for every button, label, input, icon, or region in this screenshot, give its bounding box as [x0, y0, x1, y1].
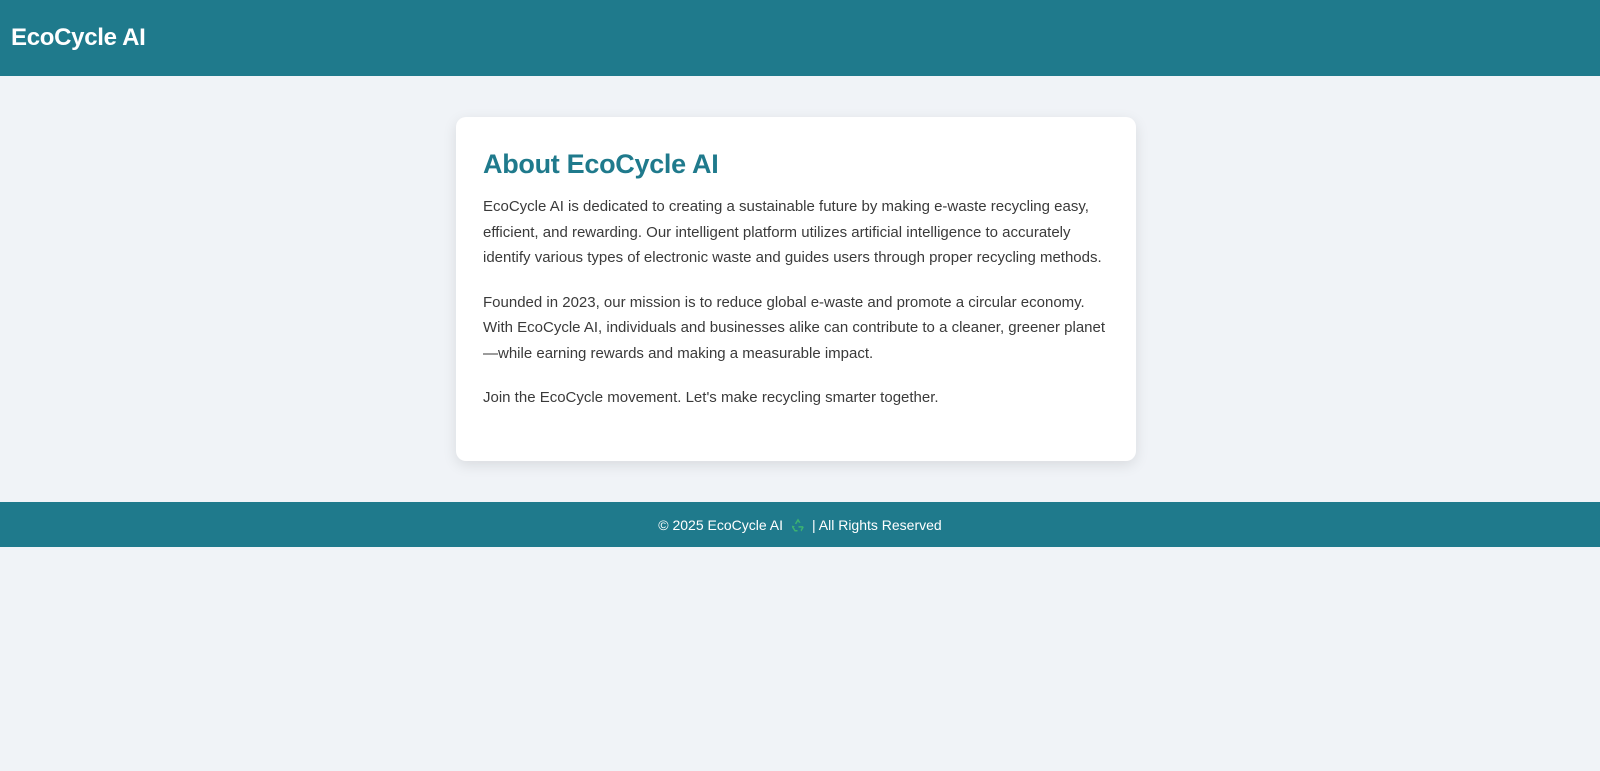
brand-logo-text[interactable]: EcoCycle AI: [11, 24, 146, 52]
top-navbar: EcoCycle AI: [0, 0, 1600, 76]
footer: © 2025 EcoCycle AI | All Rights Reserved: [0, 502, 1600, 547]
about-paragraph-2: Founded in 2023, our mission is to reduc…: [483, 293, 1106, 362]
about-paragraph-3: Join the EcoCycle movement. Let's make r…: [483, 389, 939, 406]
about-title: About EcoCycle AI: [483, 149, 719, 179]
footer-rights: | All Rights Reserved: [812, 516, 942, 533]
about-card: About EcoCycle AI EcoCycle AI is dedicat…: [456, 117, 1136, 461]
about-paragraph-1: EcoCycle AI is dedicated to creating a s…: [483, 198, 1102, 266]
recycle-icon: [790, 517, 806, 533]
main-content: About EcoCycle AI EcoCycle AI is dedicat…: [0, 76, 1600, 502]
footer-copyright: © 2025 EcoCycle AI: [658, 516, 783, 533]
